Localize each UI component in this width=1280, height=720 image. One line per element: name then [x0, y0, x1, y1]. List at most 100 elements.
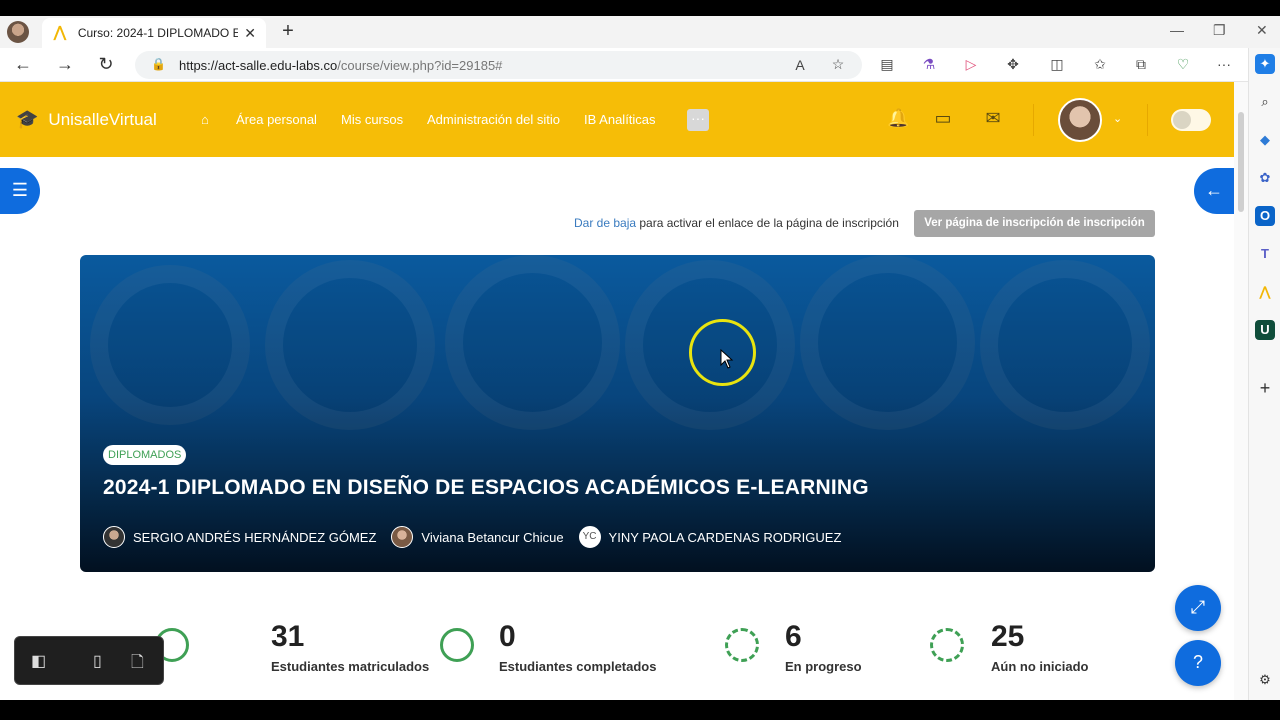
nav-ib-analiticas[interactable]: IB Analíticas	[584, 112, 656, 127]
unenrol-link[interactable]: Dar de baja	[574, 216, 636, 230]
teacher-item[interactable]: Viviana Betancur Chicue	[391, 526, 564, 548]
home-icon[interactable]: ⌂	[201, 112, 209, 127]
banner-decoration	[90, 265, 250, 425]
page-icon[interactable]: 🗋	[131, 651, 144, 678]
lock-icon[interactable]: 🔒	[151, 57, 166, 71]
user-avatar[interactable]	[1058, 98, 1102, 142]
teacher-item[interactable]: YC YINY PAOLA CARDENAS RODRIGUEZ	[578, 526, 842, 548]
browser-tab-active[interactable]: ⋀ Curso: 2024-1 DIPLOMADO EN D ✕	[42, 18, 266, 48]
back-panel-icon[interactable]: ◧	[31, 651, 46, 671]
reading-view-icon[interactable]: ▤	[877, 56, 897, 73]
stat-label: Aún no iniciado	[991, 659, 1089, 674]
enrol-notice-text: para activar el enlace de la página de i…	[636, 216, 899, 230]
stat-value: 6	[785, 620, 802, 653]
restore-icon[interactable]: ❐	[1213, 22, 1226, 39]
banner-decoration	[980, 260, 1150, 430]
stat-value: 0	[499, 620, 516, 653]
teacher-avatar	[103, 526, 125, 548]
favorites-icon[interactable]: ✩	[1090, 56, 1110, 73]
teacher-name: YINY PAOLA CARDENAS RODRIGUEZ	[608, 529, 842, 545]
timer-icon	[930, 628, 964, 662]
add-app-icon[interactable]: +	[1255, 378, 1275, 398]
read-aloud-icon[interactable]: A	[790, 57, 810, 73]
stat-value: 31	[271, 620, 305, 653]
settings-more-icon[interactable]: ···	[1214, 56, 1234, 72]
fullscreen-button[interactable]: ⤢	[1175, 585, 1221, 631]
stat-value: 25	[991, 620, 1025, 653]
tablet-icon[interactable]: ▯	[93, 651, 102, 671]
collections-icon[interactable]: ⧉	[1131, 56, 1151, 73]
course-category-badge[interactable]: DIPLOMADOS	[103, 445, 187, 465]
help-button[interactable]: ?	[1175, 640, 1221, 686]
nav-administracion[interactable]: Administración del sitio	[427, 112, 560, 127]
course-index-button[interactable]: ☰	[0, 168, 40, 214]
video-extension-icon[interactable]: ▷	[961, 56, 981, 73]
sidebar-settings-icon[interactable]: ⚙	[1255, 670, 1275, 690]
tab-close-icon[interactable]: ✕	[244, 25, 256, 42]
stat-enrolled: 31 Estudiantes matriculados	[140, 598, 429, 688]
back-icon[interactable]: ←	[12, 54, 34, 75]
reload-icon[interactable]: ↻	[95, 54, 117, 75]
copilot-icon[interactable]: ✦	[1255, 54, 1275, 74]
extensions-icon[interactable]: ✥	[1003, 56, 1023, 73]
chat-icon[interactable]: ▭	[932, 108, 954, 129]
toggle-knob	[1173, 111, 1191, 129]
new-tab-button[interactable]: +	[278, 20, 298, 43]
stat-label: En progreso	[785, 659, 862, 674]
forward-icon[interactable]: →	[54, 54, 76, 75]
banner-decoration	[800, 255, 975, 430]
view-enrolment-page-button[interactable]: Ver página de inscripción de inscripción	[914, 210, 1155, 237]
address-bar[interactable]: 🔒 https://act-salle.edu-labs.co/course/v…	[135, 51, 862, 79]
split-screen-icon[interactable]: ◫	[1047, 56, 1067, 73]
banner-decoration	[265, 260, 435, 430]
site-brand[interactable]: 🎓 UnisalleVirtual	[16, 109, 157, 130]
screen: ⋀ Curso: 2024-1 DIPLOMADO EN D ✕ + — ❐ ✕…	[0, 0, 1280, 720]
brand-name: UnisalleVirtual	[48, 109, 157, 129]
edit-mode-toggle[interactable]	[1171, 109, 1211, 131]
moodle-favicon-icon: ⋀	[53, 24, 67, 41]
list-icon: ☰	[11, 180, 29, 200]
expand-icon: ⤢	[1190, 597, 1206, 617]
page-scrollbar[interactable]	[1234, 82, 1248, 700]
stat-label: Estudiantes matriculados	[271, 659, 430, 674]
header-divider	[1033, 104, 1034, 136]
tab-title: Curso: 2024-1 DIPLOMADO EN D	[77, 26, 239, 40]
u-app-icon[interactable]: U	[1255, 320, 1275, 340]
scroll-thumb[interactable]	[1238, 112, 1244, 212]
favorite-star-icon[interactable]: ☆	[828, 56, 848, 73]
browser-profile-avatar[interactable]	[7, 21, 29, 43]
outlook-icon[interactable]: O	[1255, 206, 1275, 226]
minimize-icon[interactable]: —	[1170, 22, 1184, 38]
browser-toolbar: ← → ↻ 🔒 https://act-salle.edu-labs.co/co…	[0, 48, 1280, 82]
close-window-icon[interactable]: ✕	[1256, 22, 1268, 39]
block-drawer-button[interactable]: ←	[1194, 168, 1234, 214]
nav-area-personal[interactable]: Área personal	[236, 112, 317, 127]
nav-more-button[interactable]: ···	[687, 109, 709, 131]
nav-mis-cursos[interactable]: Mis cursos	[341, 112, 403, 127]
course-banner: DIPLOMADOS 2024-1 DIPLOMADO EN DISEÑO DE…	[80, 255, 1155, 572]
flask-extension-icon[interactable]: ⚗	[919, 56, 939, 73]
enrol-notice: Dar de baja para activar el enlace de la…	[574, 216, 899, 230]
chevron-down-icon[interactable]: ⌄	[1113, 112, 1122, 125]
teacher-initials-avatar: YC	[578, 526, 601, 548]
notifications-bell-icon[interactable]: 🔔	[887, 108, 909, 129]
stat-in-progress: 6 En progreso	[705, 598, 945, 688]
course-stats: 31 Estudiantes matriculados 0 Estudiante…	[80, 598, 1155, 700]
teacher-item[interactable]: SERGIO ANDRÉS HERNÁNDEZ GÓMEZ	[103, 526, 376, 548]
tools-icon[interactable]: ✿	[1255, 168, 1275, 188]
url-text: https://act-salle.edu-labs.co/course/vie…	[179, 58, 503, 73]
mail-icon[interactable]: ✉	[982, 108, 1004, 129]
mouse-pointer-icon	[720, 349, 734, 369]
course-teachers: SERGIO ANDRÉS HERNÁNDEZ GÓMEZ Viviana Be…	[103, 526, 856, 548]
header-divider-2	[1147, 104, 1148, 136]
bottom-border	[0, 700, 1280, 720]
search-icon[interactable]: ⌕	[1255, 92, 1275, 112]
teams-icon[interactable]: T	[1255, 244, 1275, 264]
shopping-tag-icon[interactable]: ◆	[1255, 130, 1275, 150]
stat-not-started: 25 Aún no iniciado	[910, 598, 1150, 688]
banner-decoration	[445, 255, 620, 430]
moodle-app-icon[interactable]: ⋀	[1255, 282, 1275, 302]
graduation-cap-icon: 🎓	[16, 109, 39, 129]
top-border	[0, 0, 1280, 16]
browser-essentials-icon[interactable]: ♡	[1173, 56, 1193, 73]
